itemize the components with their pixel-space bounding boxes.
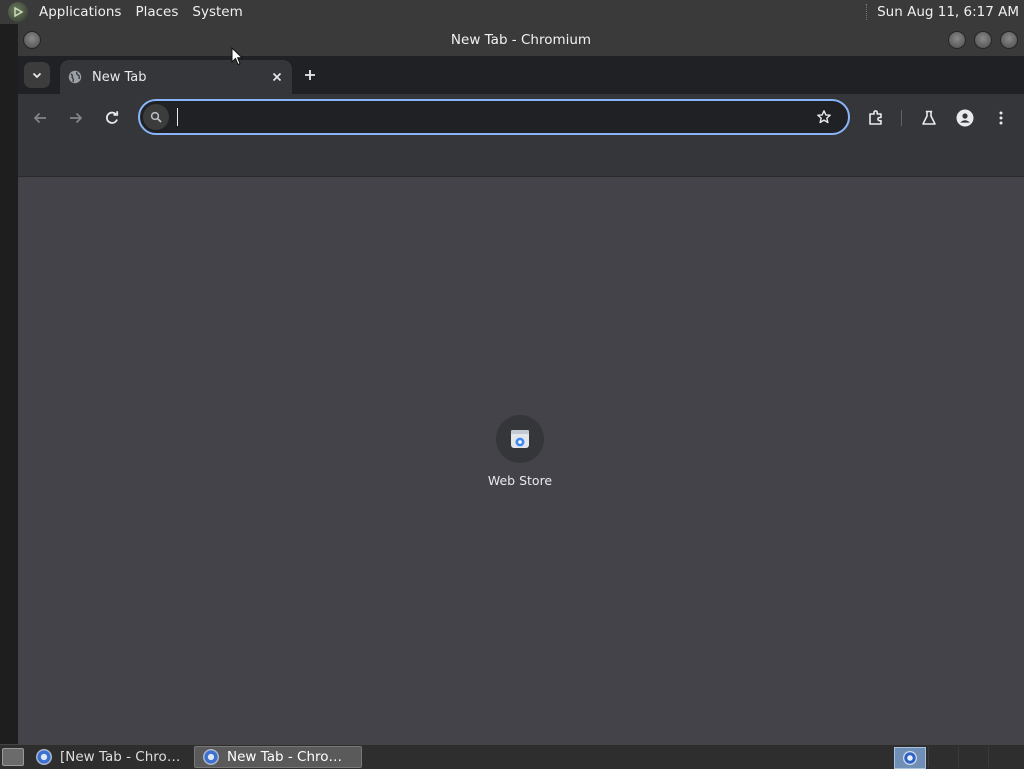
- browser-toolbar: [18, 94, 1024, 142]
- mouse-pointer-icon: [231, 47, 243, 66]
- panel-separator: [866, 4, 869, 20]
- profile-button[interactable]: [953, 106, 977, 130]
- labs-icon: [922, 110, 936, 125]
- plus-icon: [305, 70, 315, 80]
- omnibox-input[interactable]: [176, 101, 800, 135]
- address-bar[interactable]: [138, 99, 850, 135]
- workspace-slot[interactable]: [988, 747, 1017, 767]
- maximize-button[interactable]: [974, 31, 992, 49]
- menu-icon: [999, 111, 1003, 125]
- forward-icon: [70, 112, 83, 124]
- labs-button[interactable]: [917, 106, 941, 130]
- star-icon: [817, 110, 831, 124]
- forward-button[interactable]: [64, 106, 88, 130]
- window-menu-button[interactable]: [23, 31, 41, 49]
- taskbar-item-new-tab-inactive[interactable]: [New Tab - Chromi...: [28, 746, 190, 768]
- globe-icon: [68, 70, 82, 84]
- taskbar-item-label: New Tab - Chromium: [227, 749, 353, 765]
- chromium-icon: [36, 749, 52, 765]
- window-title: New Tab - Chromium: [450, 32, 592, 48]
- desktop-edge: [0, 24, 18, 744]
- back-icon: [33, 112, 46, 124]
- text-caret: [177, 108, 178, 126]
- system-menu[interactable]: System: [185, 4, 249, 20]
- bookmarks-bar: [18, 142, 1024, 177]
- close-tab-button[interactable]: [268, 68, 286, 86]
- browser-window: New Tab - Chromium New Tab Web Store: [18, 24, 1024, 744]
- back-button[interactable]: [28, 106, 52, 130]
- reload-button[interactable]: [100, 106, 124, 130]
- new-tab-button[interactable]: [300, 65, 320, 85]
- extensions-icon: [869, 110, 882, 125]
- reload-icon: [106, 111, 119, 124]
- top-panel: Applications Places System Sun Aug 11, 6…: [0, 0, 1024, 24]
- web-store-icon: [496, 415, 544, 463]
- taskbar-item-new-tab-active[interactable]: New Tab - Chromium: [194, 746, 362, 768]
- show-desktop-button[interactable]: [2, 748, 24, 766]
- chevron-down-icon: [32, 72, 42, 79]
- tab-new-tab[interactable]: New Tab: [60, 60, 292, 94]
- shortcut-web-store[interactable]: Web Store: [476, 409, 564, 499]
- chromium-icon: [903, 751, 917, 765]
- workspace-slot[interactable]: [958, 747, 987, 767]
- search-icon: [143, 104, 169, 130]
- extensions-button[interactable]: [864, 106, 888, 130]
- tab-title: New Tab: [92, 69, 147, 85]
- new-tab-page: Web Store: [18, 177, 1024, 744]
- toolbar-divider: [901, 110, 902, 126]
- menu-button[interactable]: [989, 106, 1013, 130]
- bookmark-star-button[interactable]: [814, 107, 834, 127]
- taskbar-item-label: [New Tab - Chromi...: [60, 749, 182, 765]
- tab-strip: New Tab: [18, 56, 1024, 94]
- panel-clock[interactable]: Sun Aug 11, 6:17 AM: [877, 4, 1024, 20]
- window-titlebar[interactable]: New Tab - Chromium: [18, 24, 1024, 56]
- workspace-slot[interactable]: [928, 747, 957, 767]
- close-icon: [272, 72, 282, 82]
- tab-search-button[interactable]: [24, 62, 50, 88]
- profile-icon: [956, 109, 974, 127]
- taskbar: [New Tab - Chromi... New Tab - Chromium: [0, 744, 1024, 769]
- minimize-button[interactable]: [948, 31, 966, 49]
- workspace-switcher-active[interactable]: [894, 747, 926, 769]
- distro-logo-icon[interactable]: [8, 2, 28, 22]
- applications-menu[interactable]: Applications: [32, 4, 128, 20]
- shortcut-label: Web Store: [487, 473, 553, 488]
- places-menu[interactable]: Places: [128, 4, 185, 20]
- chromium-icon: [203, 749, 219, 765]
- close-window-button[interactable]: [1000, 31, 1018, 49]
